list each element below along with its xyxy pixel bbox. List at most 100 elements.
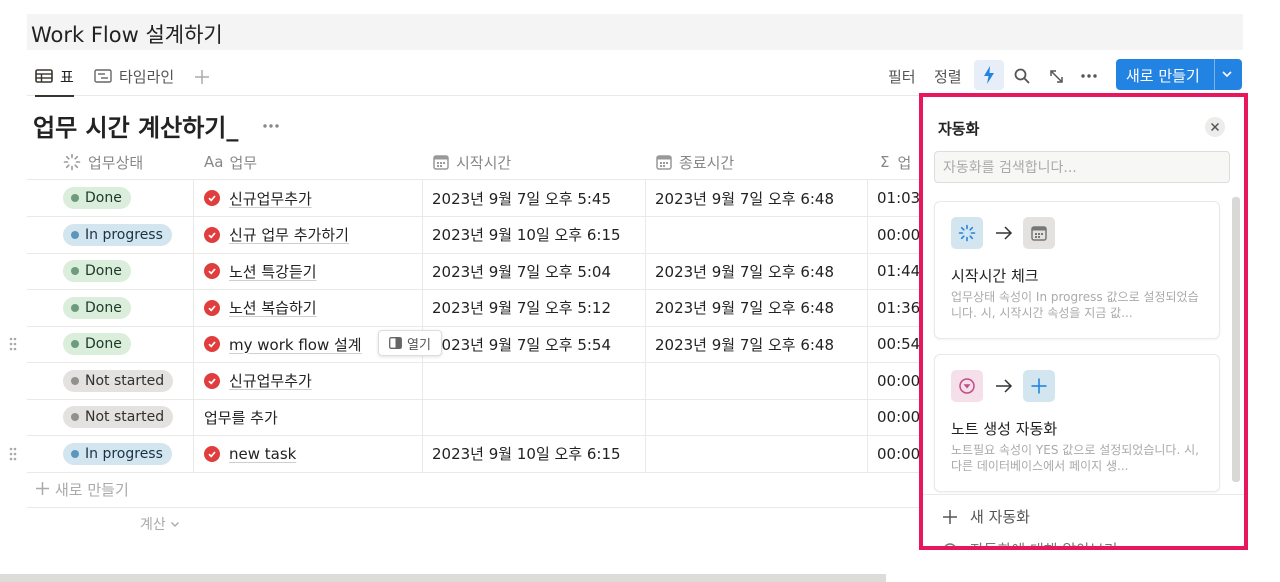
start-time-cell[interactable]: 2023년 9월 10일 오후 6:15	[432, 436, 642, 472]
end-time-cell[interactable]	[655, 217, 865, 253]
column-header-duration-label: 업	[897, 153, 912, 172]
start-time-cell[interactable]: 2023년 9월 7일 오후 5:45	[432, 180, 642, 216]
cell-divider	[193, 253, 194, 289]
status-dot	[71, 449, 79, 458]
start-time-cell[interactable]: 2023년 9월 10일 오후 6:15	[432, 217, 642, 253]
status-text: In progress	[85, 226, 163, 243]
checkmark-icon	[204, 445, 220, 462]
end-time-cell[interactable]	[655, 363, 865, 399]
chevron-down-icon	[171, 522, 180, 527]
expand-button[interactable]	[1046, 64, 1066, 88]
table-row[interactable]: Done 노션 특강듣기 2023년 9월 7일 오후 5:04 2023년 9…	[27, 253, 947, 290]
cell-divider	[867, 289, 868, 326]
table-row[interactable]: In progress new task 2023년 9월 10일 오후 6:1…	[9, 435, 947, 473]
column-header-status-label: 업무상태	[88, 153, 144, 172]
open-button[interactable]: 열기	[378, 330, 442, 356]
column-header-status[interactable]: 업무상태	[63, 144, 143, 180]
divider	[923, 494, 1244, 495]
status-cell[interactable]: Not started	[63, 399, 191, 435]
filter-label: 필터	[888, 67, 916, 86]
page-title[interactable]: Work Flow 설계하기	[31, 19, 223, 49]
status-cell[interactable]: Done	[63, 326, 191, 362]
cell-divider	[645, 435, 646, 472]
start-time-cell[interactable]: 2023년 9월 7일 오후 5:12	[432, 290, 642, 326]
tab-timeline[interactable]: 타임라인	[94, 64, 174, 88]
start-time-cell[interactable]: 2023년 9월 7일 오후 5:54	[432, 326, 642, 362]
task-cell[interactable]: 노션 복습하기	[204, 290, 420, 326]
status-dot	[71, 230, 79, 239]
new-automation-button[interactable]: 새 자동화	[943, 506, 1030, 527]
close-icon	[1211, 123, 1219, 131]
tab-table-label: 표	[60, 67, 74, 86]
calendar-icon	[1023, 217, 1055, 249]
end-time-cell[interactable]	[655, 436, 865, 472]
cell-divider	[193, 435, 194, 472]
database-more-icon[interactable]	[263, 112, 279, 133]
status-cell[interactable]: Done	[63, 290, 191, 326]
column-header-start[interactable]: 시작시간	[433, 144, 511, 180]
column-header-end-label: 종료시간	[679, 153, 735, 172]
table-row[interactable]: Not started 업무를 추가 00:00:	[27, 399, 947, 436]
table-row[interactable]: Not started 신규업무추가 00:00:	[27, 362, 947, 400]
automation-button[interactable]	[974, 60, 1004, 90]
horizontal-scrollbar[interactable]	[0, 574, 886, 582]
column-header-task[interactable]: Aa 업무	[204, 144, 257, 180]
tab-timeline-label: 타임라인	[119, 67, 175, 86]
task-cell[interactable]: 신규업무추가	[204, 363, 420, 399]
column-header-task-label: 업무	[229, 153, 258, 172]
status-cell[interactable]: In progress	[63, 217, 191, 253]
status-cell[interactable]: Done	[63, 253, 191, 289]
table-row[interactable]: In progress 신규 업무 추가하기 2023년 9월 10일 오후 6…	[27, 216, 947, 254]
automation-card-note[interactable]: 노트 생성 자동화 노트필요 속성이 YES 값으로 설정되었습니다. 시, 다…	[934, 354, 1220, 492]
calculate-button[interactable]: 계산	[140, 514, 180, 534]
task-cell[interactable]: 신규업무추가	[204, 180, 420, 216]
status-cell[interactable]: Done	[63, 180, 191, 216]
end-time-cell[interactable]: 2023년 9월 7일 오후 6:48	[655, 180, 865, 216]
column-header-end[interactable]: 종료시간	[656, 144, 734, 180]
task-cell[interactable]: 업무를 추가	[204, 399, 420, 435]
search-button[interactable]	[1012, 64, 1032, 88]
filter-button[interactable]: 필터	[888, 64, 916, 88]
text-type-icon: Aa	[204, 153, 224, 171]
start-time-cell[interactable]: 2023년 9월 7일 오후 5:04	[432, 253, 642, 289]
status-cell[interactable]: In progress	[63, 436, 191, 472]
drag-handle-icon[interactable]	[9, 336, 17, 355]
end-time-cell[interactable]: 2023년 9월 7일 오후 6:48	[655, 290, 865, 326]
automation-card-title: 노트 생성 자동화	[951, 420, 1058, 438]
add-view-button[interactable]	[195, 62, 209, 89]
checkmark-icon	[204, 299, 220, 316]
database-title[interactable]: 업무 시간 계산하기_	[33, 108, 238, 143]
task-text: 노션 복습하기	[229, 299, 317, 317]
table-row[interactable]: Done my work flow 설계 2023년 9월 7일 오후 5:54…	[9, 326, 947, 363]
new-button[interactable]: 새로 만들기	[1116, 59, 1242, 90]
task-cell[interactable]: 노션 특강듣기	[204, 253, 420, 289]
table-row[interactable]: Done 노션 복습하기 2023년 9월 7일 오후 5:12 2023년 9…	[27, 289, 947, 327]
add-row-button[interactable]: 새로 만들기	[36, 479, 129, 500]
tab-table[interactable]: 표	[35, 64, 74, 97]
sort-button[interactable]: 정렬	[934, 64, 962, 88]
cell-divider	[193, 180, 194, 216]
automation-card-start-time[interactable]: 시작시간 체크 업무상태 속성이 In progress 값으로 설정되었습니다…	[934, 201, 1220, 339]
panel-scrollbar[interactable]	[1232, 197, 1240, 482]
column-header-duration[interactable]: Σ 업	[880, 144, 911, 180]
end-time-cell[interactable]: 2023년 9월 7일 오후 6:48	[655, 326, 865, 362]
task-cell[interactable]: 신규 업무 추가하기	[204, 217, 420, 253]
more-button[interactable]	[1079, 64, 1099, 88]
task-text: 신규업무추가	[229, 372, 312, 390]
status-cell[interactable]: Not started	[63, 363, 191, 399]
table-row[interactable]: Done 신규업무추가 2023년 9월 7일 오후 5:45 2023년 9월…	[27, 180, 947, 217]
chevron-down-icon[interactable]	[1220, 64, 1234, 88]
automation-search-input[interactable]: 자동화를 검색합니다...	[934, 151, 1230, 183]
plus-icon	[1023, 370, 1055, 402]
task-cell[interactable]: new task	[204, 436, 420, 472]
close-button[interactable]	[1205, 117, 1225, 137]
cell-divider	[867, 253, 868, 289]
end-time-cell[interactable]	[655, 399, 865, 435]
status-dot	[71, 376, 79, 385]
end-time-cell[interactable]: 2023년 9월 7일 오후 6:48	[655, 253, 865, 289]
start-time-cell[interactable]	[432, 363, 642, 399]
drag-handle-icon[interactable]	[9, 446, 17, 465]
learn-more-link[interactable]: ? 자동화에 대해 알아보기	[943, 539, 1118, 546]
status-text: Done	[85, 263, 122, 279]
start-time-cell[interactable]	[432, 399, 642, 435]
